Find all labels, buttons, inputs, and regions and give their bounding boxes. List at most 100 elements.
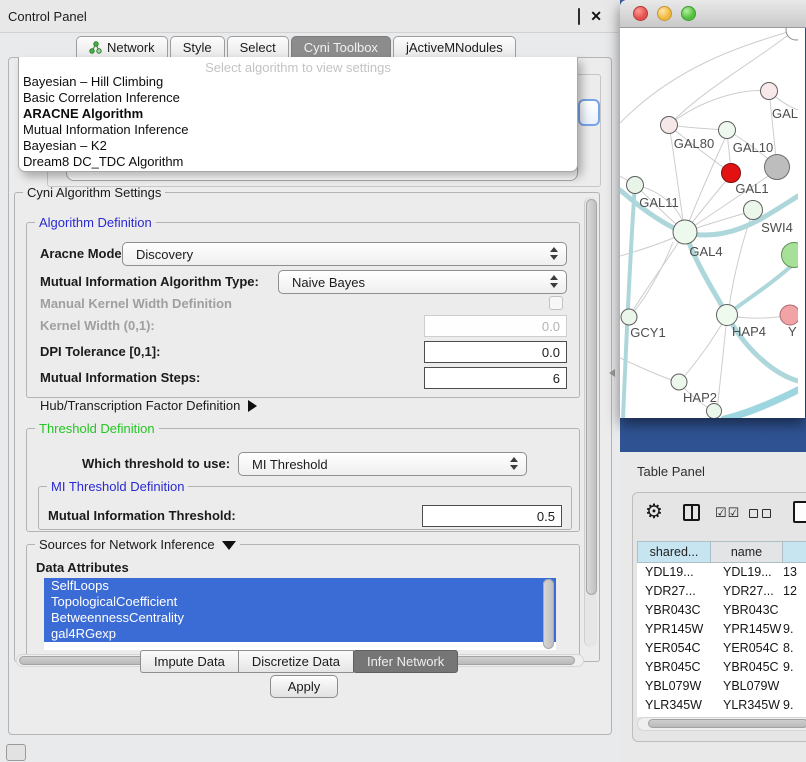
data-attributes-list: SelfLoops TopologicalCoefficient Between… (44, 578, 556, 650)
columns-icon[interactable] (683, 504, 700, 521)
sources-title[interactable]: Sources for Network Inference (35, 537, 240, 552)
node-gal-top[interactable] (761, 83, 778, 100)
mi-threshold-label: Mutual Information Threshold: (48, 505, 236, 527)
deselect-all-icon[interactable] (749, 509, 771, 518)
mi-threshold-field[interactable]: 0.5 (422, 505, 562, 527)
node-label: GAL11 (639, 195, 679, 210)
spinner-arrows-icon (550, 247, 558, 260)
node-top-right[interactable] (786, 28, 798, 40)
column-header-shared-name[interactable]: shared... (637, 541, 711, 563)
tab-style[interactable]: Style (170, 36, 225, 58)
table-row[interactable]: YDR27... YDR27... 12 (637, 582, 806, 601)
which-threshold-label: Which threshold to use: (82, 452, 230, 476)
settings-group-title: Cyni Algorithm Settings (23, 185, 165, 200)
aracne-mode-combo[interactable]: Discovery (122, 242, 567, 266)
table-panel-title: Table Panel (637, 464, 705, 479)
column-header-name[interactable]: name (711, 541, 783, 563)
table-row[interactable]: YLR345W YLR345W 9. (637, 696, 806, 715)
algorithm-option[interactable]: Bayesian – Hill Climbing (19, 74, 577, 90)
table-row[interactable]: YBL079W YBL079W (637, 677, 806, 696)
node-gal10[interactable] (719, 122, 736, 139)
network-graph: GAL GAL80 GAL10 GAL1 GAL11 SWI4 GAL4 GCY… (620, 28, 798, 418)
node-gcy1[interactable] (621, 309, 637, 325)
table-panel-section: Table Panel ⚙ ☑☑ shared... name A YDL19.… (620, 452, 806, 762)
mi-steps-field[interactable]: 6 (424, 367, 567, 389)
column-header-clipped[interactable]: A (783, 541, 806, 563)
tab-discretize-data[interactable]: Discretize Data (238, 650, 354, 673)
zoom-traffic-light[interactable] (681, 6, 696, 21)
kernel-width-field[interactable]: 0.0 (424, 315, 567, 337)
node-gal4[interactable] (673, 220, 697, 244)
close-traffic-light[interactable] (633, 6, 648, 21)
data-attributes-label: Data Attributes (36, 560, 129, 576)
node-gal80[interactable] (661, 117, 678, 134)
table-body: YDL19... YDL19... 13 YDR27... YDR27... 1… (637, 563, 806, 717)
node-gray[interactable] (765, 155, 790, 180)
aracne-mode-label: Aracne Mode: (40, 242, 126, 266)
mi-steps-label: Mutual Information Steps: (40, 367, 200, 389)
settings-vertical-scrollbar[interactable] (584, 197, 597, 647)
tab-impute-data[interactable]: Impute Data (140, 650, 239, 673)
close-icon[interactable]: ✕ (590, 11, 602, 22)
algorithm-option[interactable]: Mutual Information Inference (19, 122, 577, 138)
algorithm-option[interactable]: Basic Correlation Inference (19, 90, 577, 106)
node-hap4[interactable] (717, 305, 738, 326)
apply-button[interactable]: Apply (270, 675, 338, 698)
table-icon[interactable] (793, 501, 806, 523)
algorithm-definition-title: Algorithm Definition (35, 215, 156, 230)
node-label: HAP2 (683, 390, 717, 405)
node-pink-right[interactable] (780, 305, 798, 325)
dpi-tolerance-field[interactable]: 0.0 (424, 341, 567, 363)
table-row[interactable]: YDL19... YDL19... 13 (637, 563, 806, 582)
tab-cyni-toolbox[interactable]: Cyni Toolbox (291, 36, 391, 58)
node-gal1-red[interactable] (722, 164, 741, 183)
node-gal11[interactable] (627, 177, 644, 194)
gear-icon[interactable]: ⚙ (645, 501, 663, 523)
mi-type-combo[interactable]: Naive Bayes (278, 270, 567, 294)
node-label: GAL4 (689, 244, 722, 259)
table-header: shared... name A (637, 541, 806, 563)
table-horizontal-scrollbar[interactable] (637, 717, 806, 731)
algorithm-popup-prompt: Select algorithm to view settings (19, 57, 577, 74)
node-label: GCY1 (630, 325, 665, 340)
node-label: GAL80 (674, 136, 714, 151)
node-label: GAL1 (735, 181, 768, 196)
node-label: SWI4 (761, 220, 793, 235)
attribute-item[interactable]: TopologicalCoefficient (44, 594, 556, 610)
manual-kernel-checkbox[interactable] (549, 296, 563, 310)
node-hap2[interactable] (671, 374, 687, 390)
table-row[interactable]: YBR045C YBR045C 9. (637, 658, 806, 677)
minimize-traffic-light[interactable] (657, 6, 672, 21)
table-row[interactable]: YBR043C YBR043C (637, 601, 806, 620)
tab-jactivemnodules[interactable]: jActiveMNodules (393, 36, 516, 58)
algorithm-option-selected[interactable]: ARACNE Algorithm (19, 106, 577, 122)
attribute-item[interactable]: BetweennessCentrality (44, 610, 556, 626)
network-canvas[interactable]: GAL GAL80 GAL10 GAL1 GAL11 SWI4 GAL4 GCY… (620, 28, 798, 418)
tab-select[interactable]: Select (227, 36, 289, 58)
algorithm-option[interactable]: Bayesian – K2 (19, 138, 577, 154)
which-threshold-combo[interactable]: MI Threshold (238, 452, 527, 476)
tab-infer-network[interactable]: Infer Network (353, 650, 458, 673)
network-window-titlebar[interactable] (620, 0, 806, 28)
table-card: ⚙ ☑☑ shared... name A YDL19... YDL19... … (632, 492, 806, 742)
float-window-icon[interactable] (578, 9, 580, 24)
table-row[interactable]: YPR145W YPR145W 9. (637, 620, 806, 639)
select-all-icon[interactable]: ☑☑ (715, 505, 740, 521)
node-green-right[interactable] (782, 243, 799, 268)
node-label: Y (788, 324, 797, 339)
algorithm-dropdown-popup: Select algorithm to view settings Bayesi… (18, 57, 578, 172)
algorithm-option[interactable]: Dream8 DC_TDC Algorithm (19, 154, 577, 170)
minimized-window-icon[interactable] (6, 744, 26, 761)
node-swi4[interactable] (744, 201, 763, 220)
table-row[interactable]: YER054C YER054C 8. (637, 639, 806, 658)
attribute-list-scrollbar[interactable] (543, 579, 554, 649)
threshold-definition-title: Threshold Definition (35, 421, 159, 436)
hub-definition-expander[interactable]: Hub/Transcription Factor Definition (40, 398, 257, 413)
tab-network[interactable]: Network (76, 36, 168, 58)
splitter-collapse-icon[interactable] (609, 369, 615, 377)
node-bottom[interactable] (707, 404, 722, 419)
collapse-down-icon (222, 541, 236, 550)
control-panel-titlebar: Control Panel ✕ (0, 0, 618, 33)
attribute-item[interactable]: SelfLoops (44, 578, 556, 594)
attribute-item[interactable]: gal4RGexp (44, 626, 556, 642)
